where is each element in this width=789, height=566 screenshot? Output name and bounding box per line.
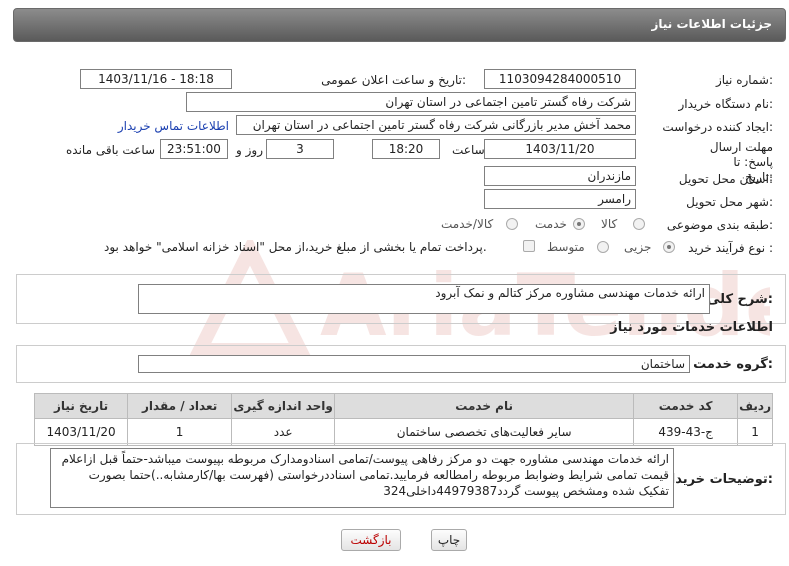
city-field: رامسر xyxy=(484,189,636,209)
table-row: 1 ج-43-439 سایر فعالیت‌های تخصصی ساختمان… xyxy=(33,418,773,446)
deadline-time-label: ساعت xyxy=(452,143,485,157)
process-option-medium: متوسط xyxy=(547,240,585,254)
category-option-goods: کالا xyxy=(601,217,618,231)
deadline-time-field: 18:20 xyxy=(372,139,440,159)
category-radio-goods[interactable] xyxy=(633,218,645,230)
page-header: جزئیات اطلاعات نیاز xyxy=(13,8,786,42)
col-date: تاریخ نیاز xyxy=(33,393,129,419)
announce-field: 1403/11/16 - 18:18 xyxy=(80,69,232,89)
service-group-label: گروه خدمت: xyxy=(693,357,773,372)
category-option-goods-service: کالا/خدمت xyxy=(441,217,494,231)
contact-info-link[interactable]: اطلاعات تماس خریدار xyxy=(118,119,229,133)
category-label: طبقه بندی موضوعی: xyxy=(666,218,773,232)
col-unit: واحد اندازه گیری xyxy=(231,393,336,419)
category-radio-service[interactable] xyxy=(573,218,585,230)
payment-note: پرداخت تمام یا بخشی از مبلغ خرید،از محل … xyxy=(104,240,487,254)
remaining-time-label: ساعت باقی مانده xyxy=(66,143,156,157)
city-label: شهر محل تحویل: xyxy=(686,195,773,209)
notes-field: ارائه خدمات مهندسی مشاوره جهت دو مرکز رف… xyxy=(50,448,674,508)
cell-unit: عدد xyxy=(231,418,336,446)
cell-code: ج-43-439 xyxy=(633,418,739,446)
notes-label: توضیحات خریدار: xyxy=(663,472,773,487)
creator-label: ایجاد کننده درخواست: xyxy=(662,120,773,134)
category-radio-goods-service[interactable] xyxy=(506,218,518,230)
need-number-field: 1103094284000510 xyxy=(484,69,636,89)
days-field: 3 xyxy=(266,139,334,159)
back-button[interactable]: بازگشت xyxy=(341,529,401,551)
table-header-row: ردیف کد خدمت نام خدمت واحد اندازه گیری ت… xyxy=(33,393,773,419)
province-field: مازندران xyxy=(484,166,636,186)
creator-field: محمد آخش مدیر بازرگانی شرکت رفاه گستر تا… xyxy=(236,115,636,135)
announce-label: تاریخ و ساعت اعلان عمومی: xyxy=(321,73,466,87)
days-label: روز و xyxy=(236,143,263,157)
col-index: ردیف xyxy=(737,393,773,419)
payment-checkbox[interactable] xyxy=(523,240,535,252)
buyer-label: نام دستگاه خریدار: xyxy=(678,97,774,111)
service-group-field: ساختمان xyxy=(138,355,690,373)
process-label: نوع فرآیند خرید : xyxy=(688,241,773,255)
services-table: ردیف کد خدمت نام خدمت واحد اندازه گیری ت… xyxy=(33,393,773,446)
need-number-label: شماره نیاز: xyxy=(715,73,773,87)
page-title: جزئیات اطلاعات نیاز xyxy=(651,17,772,31)
services-section-title: اطلاعات خدمات مورد نیاز xyxy=(610,320,773,335)
province-label: استان محل تحویل: xyxy=(678,172,773,186)
col-qty: تعداد / مقدار xyxy=(127,393,233,419)
cell-qty: 1 xyxy=(127,418,233,446)
print-button[interactable]: چاپ xyxy=(431,529,467,551)
process-radio-medium[interactable] xyxy=(597,241,609,253)
cell-index: 1 xyxy=(737,418,773,446)
remaining-time-field: 23:51:00 xyxy=(160,139,228,159)
col-name: نام خدمت xyxy=(334,393,635,419)
category-option-service: خدمت xyxy=(535,217,567,231)
deadline-date-field: 1403/11/20 xyxy=(484,139,636,159)
buyer-field: شرکت رفاه گستر تامین اجتماعی در استان ته… xyxy=(186,92,636,112)
col-code: کد خدمت xyxy=(633,393,739,419)
cell-name: سایر فعالیت‌های تخصصی ساختمان xyxy=(334,418,635,446)
cell-date: 1403/11/20 xyxy=(33,418,129,446)
summary-field: ارائه خدمات مهندسی مشاوره مرکز کتالم و ن… xyxy=(138,284,710,314)
process-radio-minor[interactable] xyxy=(663,241,675,253)
process-option-minor: جزیی xyxy=(624,240,652,254)
